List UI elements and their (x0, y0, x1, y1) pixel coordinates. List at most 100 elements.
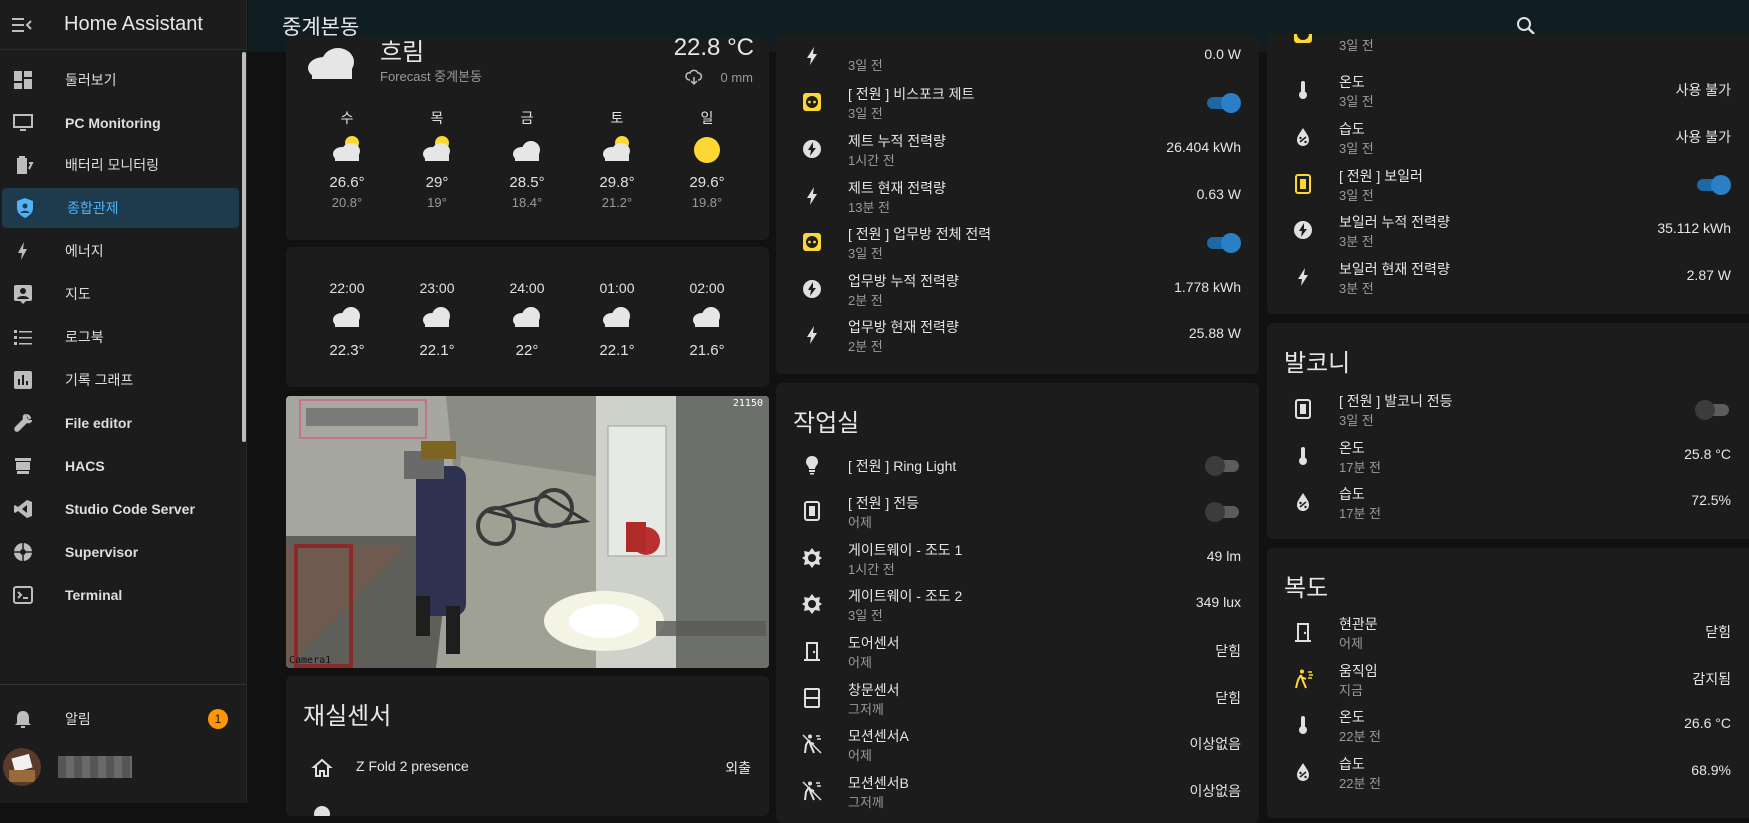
hourly-temp: 22.3° (329, 342, 365, 359)
entity-row[interactable]: 움직임 지금 감지됨 (1267, 657, 1749, 703)
entity-row[interactable]: [ 전원 ] 발코니 전등 3일 전 (1267, 387, 1749, 433)
entity-row[interactable]: 습도 3일 전 사용 불가 (1267, 115, 1749, 161)
entity-row[interactable]: 창문센서 그저께 닫힘 (776, 676, 1259, 722)
sidebar-item-supervisor[interactable]: Supervisor (0, 532, 240, 572)
entity-row[interactable]: 3일 전 0.0 W (776, 34, 1259, 80)
power-card: 3일 전 0.0 W [ 전원 ] 비스포크 제트 3일 전 제트 누적 전력량… (776, 34, 1259, 374)
page-title: 중계본동 (282, 16, 360, 39)
sidebar-item-map[interactable]: 지도 (0, 274, 240, 314)
forecast-high: 28.5° (509, 174, 545, 191)
sidebar-item-label: File editor (65, 415, 132, 431)
entity-last-changed: 3분 전 (1339, 281, 1374, 296)
cloudy-icon (497, 302, 557, 338)
power-toggle[interactable] (1205, 93, 1241, 113)
entity-row[interactable]: 습도 22분 전 68.9% (1267, 750, 1749, 796)
power-toggle[interactable] (1695, 400, 1731, 420)
menu-collapse-icon[interactable] (12, 17, 32, 33)
entity-last-changed: 어제 (848, 655, 872, 670)
entity-state: 26.6 °C (1684, 715, 1731, 731)
entity-state: 사용 불가 (1675, 129, 1731, 145)
hourly-weather-card[interactable]: 22:00 22.3° 23:00 22.1° 24:00 22° 01:00 … (286, 247, 769, 387)
sidebar-item-label: 지도 (65, 286, 91, 302)
entity-last-changed: 3분 전 (1339, 234, 1374, 249)
entity-name: 창문센서 (848, 682, 900, 698)
sidebar-item-energy[interactable]: 에너지 (0, 231, 240, 271)
entity-row[interactable]: 게이트웨이 - 조도 2 3일 전 349 lux (776, 582, 1259, 628)
sidebar-item-terminal[interactable]: Terminal (0, 575, 240, 615)
entity-row[interactable]: 게이트웨이 - 조도 1 1시간 전 49 lm (776, 536, 1259, 582)
hourly-forecast: 02:00 21.6° (677, 280, 737, 359)
forecast-label: Forecast 중계본동 (380, 69, 483, 84)
current-temperature: 22.8 °C (673, 38, 754, 61)
sidebar-item-overview[interactable]: 둘러보기 (0, 60, 240, 100)
weather-card[interactable]: 흐림 Forecast 중계본동 22.8 °C 0 mm 수 26.6° 20… (286, 38, 769, 240)
lightning-icon (11, 239, 35, 263)
entity-row[interactable]: 업무방 누적 전력량 2분 전 1.778 kWh (776, 267, 1259, 313)
entity-row[interactable]: 현관문 어제 닫힘 (1267, 610, 1749, 656)
sidebar-item-history[interactable]: 기록 그래프 (0, 360, 240, 400)
presence-row-partial[interactable] (286, 792, 769, 816)
entity-row[interactable]: 업무방 현재 전력량 2분 전 25.88 W (776, 313, 1259, 359)
sidebar-scrollbar[interactable] (242, 52, 246, 442)
wrench-icon (11, 411, 35, 435)
entity-row[interactable]: 보일러 현재 전력량 3분 전 2.87 W (1267, 255, 1749, 301)
camera-feed[interactable]: 21150 Camera1 (286, 396, 769, 668)
entity-row[interactable]: 온도 22분 전 26.6 °C (1267, 703, 1749, 749)
entity-row[interactable]: 도어센서 어제 닫힘 (776, 629, 1259, 675)
sidebar-item-label: Supervisor (65, 544, 139, 560)
entity-last-changed: 2분 전 (848, 339, 883, 354)
power-socket-icon (800, 90, 824, 114)
entity-row[interactable]: 모션센서A 어제 이상없음 (776, 722, 1259, 768)
sidebar-item-vscode[interactable]: Studio Code Server (0, 489, 240, 529)
entity-last-changed: 22분 전 (1339, 776, 1381, 791)
entity-last-changed: 3일 전 (1339, 141, 1374, 156)
sidebar-item-logbook[interactable]: 로그북 (0, 317, 240, 357)
power-toggle[interactable] (1695, 175, 1731, 195)
entity-name: 현관문 (1339, 616, 1378, 632)
entity-row[interactable]: 습도 17분 전 72.5% (1267, 480, 1749, 526)
sidebar: Home Assistant 둘러보기 PC Monitoring 배터리 모니… (0, 0, 247, 803)
presence-row[interactable]: Z Fold 2 presence 외출 (286, 746, 769, 792)
user-avatar[interactable] (3, 748, 41, 786)
sidebar-item-notifications[interactable]: 알림 (0, 699, 240, 739)
vscode-icon (11, 497, 35, 521)
cloudy-icon (304, 42, 360, 87)
entity-name: [ 전원 ] Ring Light (848, 458, 957, 474)
entity-name: [ 전원 ] 보일러 (1339, 168, 1423, 184)
account-icon (310, 802, 334, 816)
power-toggle[interactable] (1205, 502, 1241, 522)
entity-state: 이상없음 (1189, 783, 1241, 799)
sidebar-item-label: Terminal (65, 587, 123, 603)
entity-state: 닫힘 (1705, 624, 1731, 640)
entity-row[interactable]: [ 전원 ] 업무방 전체 전력 3일 전 (776, 220, 1259, 266)
cloudy-icon (407, 302, 467, 338)
sidebar-item-pc-monitoring[interactable]: PC Monitoring (0, 103, 240, 143)
entity-row[interactable]: 온도 3일 전 사용 불가 (1267, 68, 1749, 114)
entity-row[interactable]: 모션센서B 그저께 이상없음 (776, 769, 1259, 815)
entity-row[interactable]: [ 전원 ] Ring Light (776, 443, 1259, 489)
entity-row[interactable]: 온도 17분 전 25.8 °C (1267, 434, 1749, 480)
entity-row[interactable]: 제트 누적 전력량 1시간 전 26.404 kWh (776, 127, 1259, 173)
sidebar-item-battery[interactable]: 배터리 모니터링 (0, 145, 240, 185)
sidebar-item-file-editor[interactable]: File editor (0, 403, 240, 443)
sidebar-item-hacs[interactable]: HACS (0, 446, 240, 486)
entity-row[interactable]: 3일 전 (1267, 34, 1749, 58)
entity-row[interactable]: 제트 현재 전력량 13분 전 0.63 W (776, 174, 1259, 220)
terminal-icon (11, 583, 35, 607)
workroom-card: 작업실 [ 전원 ] Ring Light [ 전원 ] 전등 어제 게이트웨이… (776, 383, 1259, 823)
power-toggle[interactable] (1205, 233, 1241, 253)
entity-state: 닫힘 (1215, 643, 1241, 659)
power-toggle[interactable] (1205, 456, 1241, 476)
entity-last-changed: 지금 (1339, 683, 1363, 698)
entity-row[interactable]: [ 전원 ] 전등 어제 (776, 489, 1259, 535)
entity-row[interactable]: [ 전원 ] 비스포크 제트 3일 전 (776, 80, 1259, 126)
home-icon (310, 756, 334, 780)
hallway-card-title: 복도 (1284, 575, 1329, 602)
energy-circle-icon (800, 277, 824, 301)
entity-row[interactable]: [ 전원 ] 보일러 3일 전 (1267, 162, 1749, 208)
entity-name: 업무방 누적 전력량 (848, 273, 959, 289)
entity-name: [ 전원 ] 발코니 전등 (1339, 393, 1453, 409)
entity-row[interactable]: 보일러 누적 전력량 3분 전 35.112 kWh (1267, 208, 1749, 254)
sidebar-item-control[interactable]: 종합관제 (2, 188, 239, 228)
entity-state: 0.0 W (1204, 46, 1241, 62)
